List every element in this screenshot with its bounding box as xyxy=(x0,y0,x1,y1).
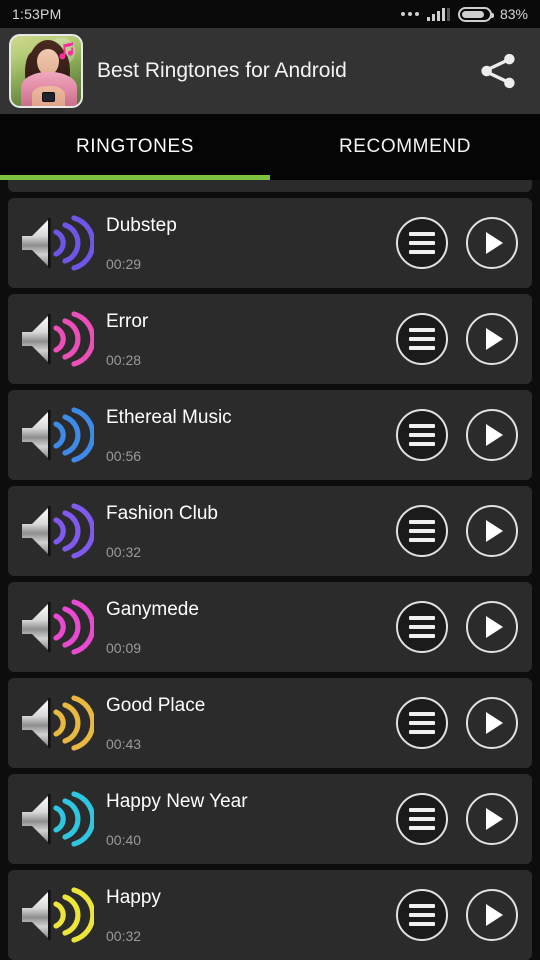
speaker-wave-icon xyxy=(22,407,94,463)
play-button[interactable] xyxy=(466,601,518,653)
row-actions xyxy=(396,505,518,557)
ringtone-duration: 00:40 xyxy=(106,831,142,848)
play-icon xyxy=(485,520,503,542)
ringtone-duration: 00:56 xyxy=(106,447,142,464)
row-actions xyxy=(396,601,518,653)
play-button[interactable] xyxy=(466,697,518,749)
more-dots-icon xyxy=(400,12,419,16)
options-menu-button[interactable] xyxy=(396,409,448,461)
speaker-wave-icon xyxy=(22,887,94,943)
status-bar: 1:53PM 83% xyxy=(0,0,540,28)
table-row[interactable]: Happy 00:32 xyxy=(8,870,532,960)
ringtone-title: Ganymede xyxy=(106,598,199,620)
row-actions xyxy=(396,889,518,941)
play-icon xyxy=(485,424,503,446)
tab-recommend[interactable]: RECOMMEND xyxy=(270,114,540,180)
table-row[interactable]: Fashion Club 00:32 xyxy=(8,486,532,576)
row-actions xyxy=(396,409,518,461)
play-icon xyxy=(485,232,503,254)
ringtone-duration: 00:43 xyxy=(106,735,142,752)
options-menu-button[interactable] xyxy=(396,793,448,845)
ringtone-title: Happy New Year xyxy=(106,790,248,812)
signal-icon xyxy=(426,7,450,21)
options-menu-button[interactable] xyxy=(396,505,448,557)
options-menu-button[interactable] xyxy=(396,601,448,653)
table-row[interactable]: Happy New Year 00:40 xyxy=(8,774,532,864)
play-button[interactable] xyxy=(466,313,518,365)
play-icon xyxy=(485,712,503,734)
ringtone-title: Happy xyxy=(106,886,161,908)
ringtone-list[interactable]: Dubstep 00:29 Error 00:28 Ethereal Music… xyxy=(0,180,540,960)
status-time: 1:53PM xyxy=(12,6,62,22)
options-menu-button[interactable] xyxy=(396,697,448,749)
row-actions xyxy=(396,793,518,845)
table-row[interactable]: Ganymede 00:09 xyxy=(8,582,532,672)
app-screen: 1:53PM 83% Best Ringtones for Android RI… xyxy=(0,0,540,960)
ringtone-title: Good Place xyxy=(106,694,206,716)
ringtone-duration: 00:32 xyxy=(106,927,142,944)
play-button[interactable] xyxy=(466,889,518,941)
play-button[interactable] xyxy=(466,217,518,269)
table-row[interactable]: Dubstep 00:29 xyxy=(8,198,532,288)
ringtone-duration: 00:28 xyxy=(106,351,142,368)
ringtone-duration: 00:09 xyxy=(106,639,142,656)
speaker-wave-icon xyxy=(22,599,94,655)
play-icon xyxy=(485,616,503,638)
play-button[interactable] xyxy=(466,505,518,557)
speaker-wave-icon xyxy=(22,311,94,367)
options-menu-button[interactable] xyxy=(396,217,448,269)
options-menu-button[interactable] xyxy=(396,313,448,365)
app-thumbnail xyxy=(9,34,83,108)
ringtone-info: Ganymede 00:09 xyxy=(94,596,396,658)
row-actions xyxy=(396,217,518,269)
play-button[interactable] xyxy=(466,409,518,461)
share-icon xyxy=(481,53,515,89)
list-item-partial-above[interactable] xyxy=(8,180,532,192)
table-row[interactable]: Ethereal Music 00:56 xyxy=(8,390,532,480)
options-menu-button[interactable] xyxy=(396,889,448,941)
table-row[interactable]: Error 00:28 xyxy=(8,294,532,384)
ringtone-title: Dubstep xyxy=(106,214,177,236)
share-button[interactable] xyxy=(470,43,526,99)
speaker-wave-icon xyxy=(22,503,94,559)
row-actions xyxy=(396,313,518,365)
play-icon xyxy=(485,328,503,350)
ringtone-info: Error 00:28 xyxy=(94,308,396,370)
ringtone-duration: 00:29 xyxy=(106,255,142,272)
ringtone-duration: 00:32 xyxy=(106,543,142,560)
ringtone-info: Fashion Club 00:32 xyxy=(94,500,396,562)
table-row[interactable]: Good Place 00:43 xyxy=(8,678,532,768)
battery-percent: 83% xyxy=(499,6,528,22)
ringtone-info: Good Place 00:43 xyxy=(94,692,396,754)
status-indicators: 83% xyxy=(400,6,528,22)
play-button[interactable] xyxy=(466,793,518,845)
speaker-wave-icon xyxy=(22,791,94,847)
speaker-wave-icon xyxy=(22,215,94,271)
play-icon xyxy=(485,808,503,830)
ringtone-info: Dubstep 00:29 xyxy=(94,212,396,274)
app-header: Best Ringtones for Android xyxy=(0,28,540,114)
music-note-icon xyxy=(59,42,74,60)
ringtone-title: Error xyxy=(106,310,149,332)
speaker-wave-icon xyxy=(22,695,94,751)
battery-icon xyxy=(457,6,494,22)
ringtone-info: Happy 00:32 xyxy=(94,884,396,946)
tab-ringtones[interactable]: RINGTONES xyxy=(0,114,270,180)
ringtone-info: Happy New Year 00:40 xyxy=(94,788,396,850)
tab-bar: RINGTONES RECOMMEND xyxy=(0,114,540,180)
ringtone-title: Fashion Club xyxy=(106,502,218,524)
page-title: Best Ringtones for Android xyxy=(97,59,347,82)
play-icon xyxy=(485,904,503,926)
row-actions xyxy=(396,697,518,749)
ringtone-title: Ethereal Music xyxy=(106,406,232,428)
ringtone-info: Ethereal Music 00:56 xyxy=(94,404,396,466)
